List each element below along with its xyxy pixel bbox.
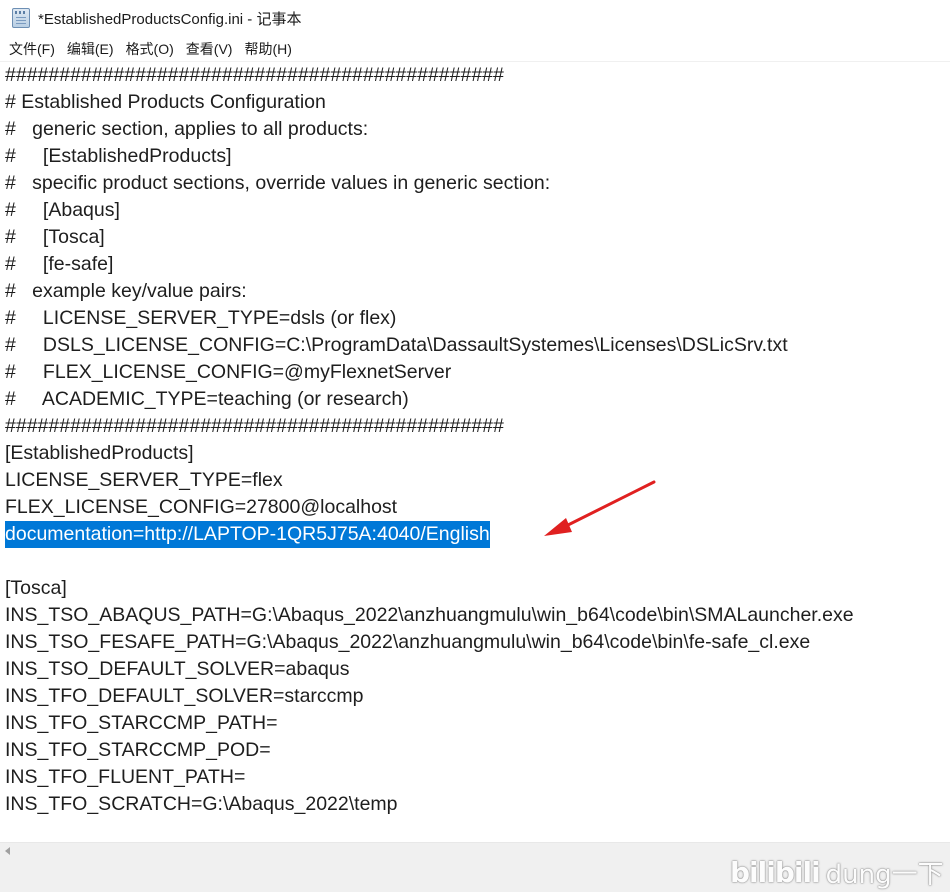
text-line[interactable]: INS_TFO_DEFAULT_SOLVER=starccmp xyxy=(5,683,364,710)
text-line[interactable]: [Tosca] xyxy=(5,575,67,602)
text-line[interactable]: FLEX_LICENSE_CONFIG=27800@localhost xyxy=(5,494,397,521)
text-line[interactable]: # Established Products Configuration xyxy=(5,89,326,116)
text-line[interactable]: # [Tosca] xyxy=(5,224,105,251)
menu-edit[interactable]: 编辑(E) xyxy=(61,37,120,61)
text-editor[interactable]: ########################################… xyxy=(0,62,950,842)
menu-format[interactable]: 格式(O) xyxy=(120,37,180,61)
text-line[interactable]: # ACADEMIC_TYPE=teaching (or research) xyxy=(5,386,409,413)
notepad-icon xyxy=(12,8,30,28)
watermark: bilibili dung一下 xyxy=(730,852,944,892)
text-line[interactable]: ########################################… xyxy=(5,62,504,89)
bilibili-logo: bilibili xyxy=(730,855,821,889)
text-line[interactable]: # specific product sections, override va… xyxy=(5,170,550,197)
menu-help[interactable]: 帮助(H) xyxy=(238,37,297,61)
text-line[interactable]: INS_TSO_FESAFE_PATH=G:\Abaqus_2022\anzhu… xyxy=(5,629,810,656)
text-line[interactable]: INS_TFO_FLUENT_PATH= xyxy=(5,764,245,791)
text-line[interactable]: # [fe-safe] xyxy=(5,251,113,278)
title-bar: *EstablishedProductsConfig.ini - 记事本 xyxy=(0,0,950,36)
text-line[interactable]: # DSLS_LICENSE_CONFIG=C:\ProgramData\Das… xyxy=(5,332,788,359)
text-line[interactable]: INS_TFO_STARCCMP_POD= xyxy=(5,737,271,764)
text-line[interactable]: INS_TSO_DEFAULT_SOLVER=abaqus xyxy=(5,656,349,683)
menu-file[interactable]: 文件(F) xyxy=(3,37,61,61)
text-line[interactable]: # LICENSE_SERVER_TYPE=dsls (or flex) xyxy=(5,305,396,332)
menu-bar: 文件(F) 编辑(E) 格式(O) 查看(V) 帮助(H) xyxy=(0,36,950,62)
text-line[interactable]: # FLEX_LICENSE_CONFIG=@myFlexnetServer xyxy=(5,359,451,386)
text-line[interactable]: INS_TFO_STARCCMP_PATH= xyxy=(5,710,278,737)
text-line[interactable]: # [EstablishedProducts] xyxy=(5,143,232,170)
text-line[interactable]: INS_TFO_SCRATCH=G:\Abaqus_2022\temp xyxy=(5,791,398,818)
text-line[interactable]: # [Abaqus] xyxy=(5,197,120,224)
selected-text-line[interactable]: documentation=http://LAPTOP-1QR5J75A:404… xyxy=(5,521,490,548)
watermark-author: dung一下 xyxy=(825,859,944,890)
text-line[interactable]: ########################################… xyxy=(5,413,504,440)
menu-view[interactable]: 查看(V) xyxy=(180,37,239,61)
text-line[interactable]: INS_TSO_ABAQUS_PATH=G:\Abaqus_2022\anzhu… xyxy=(5,602,854,629)
text-line[interactable]: LICENSE_SERVER_TYPE=flex xyxy=(5,467,283,494)
text-line[interactable]: # generic section, applies to all produc… xyxy=(5,116,368,143)
text-line[interactable]: # example key/value pairs: xyxy=(5,278,247,305)
scroll-left-arrow-icon[interactable] xyxy=(5,847,10,855)
text-line[interactable]: [EstablishedProducts] xyxy=(5,440,194,467)
window-title: *EstablishedProductsConfig.ini - 记事本 xyxy=(38,10,302,28)
